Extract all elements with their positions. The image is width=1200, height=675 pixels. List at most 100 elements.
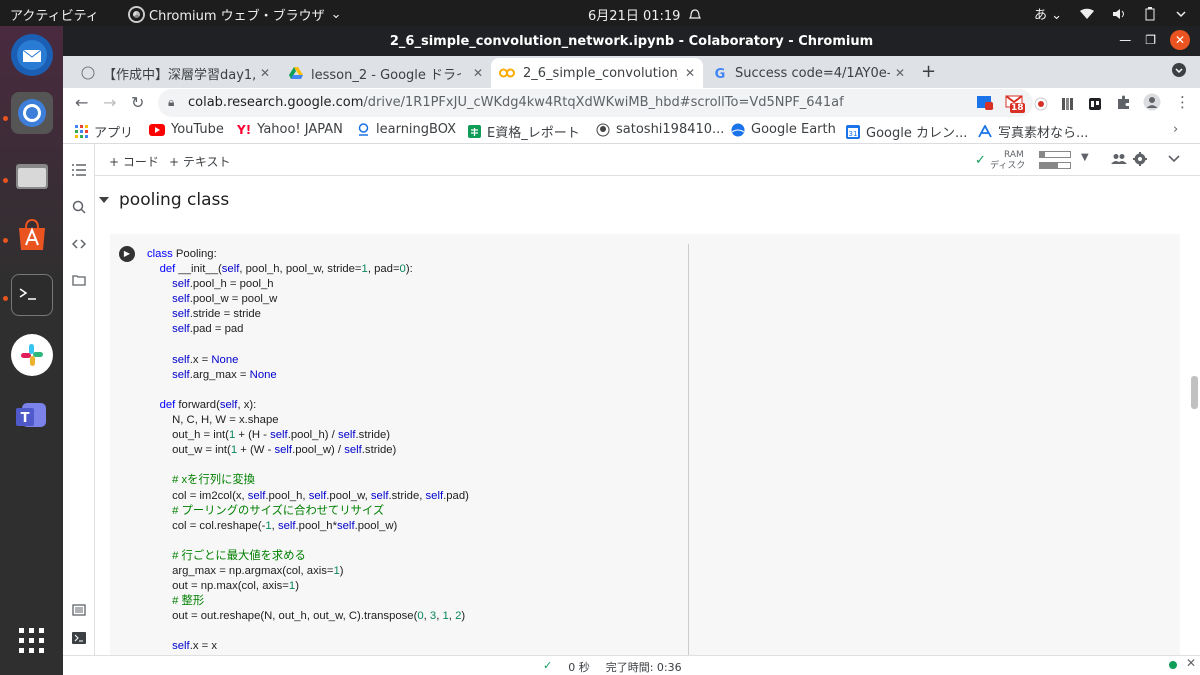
bookmark-label: アプリ [94, 126, 134, 141]
page-favicon-icon [81, 66, 95, 80]
tab-google-drive[interactable]: lesson_2 - Google ドライブ ✕ [281, 58, 491, 88]
extension-books-icon[interactable] [1061, 96, 1075, 115]
add-code-button[interactable]: + コード [109, 153, 159, 170]
clock[interactable]: 6月21日 01:19 [588, 5, 701, 24]
svg-text:G: G [715, 67, 726, 80]
close-tab-icon[interactable]: ✕ [685, 66, 695, 80]
ram-label: RAM [1004, 150, 1024, 160]
bookmark-e-report[interactable]: E資格_レポート [468, 122, 580, 141]
bookmark-yahoo[interactable]: Y! Yahoo! JAPAN [237, 122, 343, 137]
minimize-icon[interactable]: — [1119, 33, 1131, 47]
files-icon[interactable] [11, 154, 53, 196]
omnibox[interactable]: 🔒︎ colab.research.google.com/drive/1R1PF… [158, 89, 1033, 117]
notebook-content: pooling class ▶ class Pooling: def __ini… [95, 176, 1189, 655]
code-line: self.pad = pad [172, 323, 244, 336]
tab-search-icon[interactable] [1171, 62, 1187, 82]
slack-icon[interactable] [11, 334, 53, 376]
code-snippets-icon[interactable] [72, 238, 86, 250]
chrome-menu-icon[interactable]: ⋮ [1175, 93, 1190, 111]
running-indicator [3, 238, 8, 243]
lock-icon: 🔒︎ [168, 95, 175, 109]
extension-board-icon[interactable] [1088, 96, 1102, 115]
code-line: self.pool_h = pool_h [172, 278, 274, 291]
bookmark-google-calendar[interactable]: 31 Google カレン... [846, 122, 967, 141]
settings-gear-icon[interactable] [1133, 152, 1147, 166]
chromium-dock-icon[interactable] [11, 92, 53, 134]
command-palette-icon[interactable] [72, 604, 86, 616]
gmail-badge: 18 [1011, 103, 1024, 113]
window-titlebar: 2_6_simple_convolution_network.ipynb - C… [63, 26, 1200, 56]
code-line: self.x = x [172, 640, 218, 653]
code-line: out_h = int(1 + (H - self.pool_h) / self… [147, 429, 391, 442]
wifi-icon [1080, 8, 1094, 19]
alarm-icon [688, 9, 701, 19]
bookmark-photo-stock[interactable]: 写真素材なら... [978, 122, 1088, 141]
code-editor[interactable]: class Pooling: def __init__(self, pool_h… [147, 247, 469, 655]
bookmark-google-earth[interactable]: Google Earth [731, 122, 836, 137]
maximize-icon[interactable]: ❐ [1145, 33, 1156, 47]
svg-text:31: 31 [849, 130, 858, 138]
bookmark-satoshi[interactable]: satoshi198410... [596, 122, 724, 137]
show-applications-icon[interactable] [11, 620, 53, 662]
close-tab-icon[interactable]: ✕ [260, 66, 270, 80]
gmail-extension-icon[interactable]: 18 [1005, 93, 1025, 117]
ram-usage-bar [1039, 151, 1071, 158]
tab-report[interactable]: 【作成中】深層学習day1, ✕ [73, 58, 278, 88]
app-menu[interactable]: Chromium ウェブ・ブラウザ ⌄ [130, 5, 342, 24]
battery-icon [1145, 6, 1155, 20]
teams-icon[interactable]: T [11, 394, 53, 436]
bookmark-learningbox[interactable]: learningBOX [357, 122, 456, 137]
code-line: # 整形 [172, 595, 205, 608]
code-cell[interactable]: ▶ class Pooling: def __init__(self, pool… [110, 234, 1180, 655]
collapse-chevron-icon[interactable] [1168, 155, 1180, 163]
more-bookmarks-icon[interactable]: › [1173, 122, 1178, 137]
section-heading[interactable]: pooling class [99, 190, 229, 210]
add-text-button[interactable]: + テキスト [169, 153, 231, 170]
close-tab-icon[interactable]: ✕ [895, 66, 905, 80]
terminal-panel-icon[interactable] [72, 632, 86, 644]
share-people-icon[interactable] [1111, 153, 1127, 165]
resources-indicator[interactable]: RAM ディスク [990, 150, 1025, 172]
tab-colab[interactable]: 2_6_simple_convolution_ ✕ [491, 58, 703, 88]
search-icon[interactable] [72, 200, 86, 214]
forward-icon[interactable]: → [103, 93, 116, 112]
back-icon[interactable]: ← [75, 93, 88, 112]
activities-button[interactable]: アクティビティ [10, 5, 99, 24]
toc-icon[interactable] [72, 164, 86, 176]
chevron-down-icon: ⌄ [1051, 8, 1062, 23]
files-folder-icon[interactable] [72, 274, 86, 286]
new-tab-icon[interactable]: + [921, 61, 936, 82]
code-line: self.pool_w = pool_w [172, 293, 278, 306]
profile-avatar-icon[interactable] [1143, 93, 1161, 115]
code-line: out_w = int(1 + (W - self.pool_w) / self… [147, 444, 397, 457]
tab-success-code[interactable]: G Success code=4/1AY0e-g4 ✕ [705, 58, 913, 88]
sheets-icon [468, 125, 481, 138]
collapse-section-icon[interactable] [99, 196, 109, 204]
close-status-icon[interactable]: ✕ [1186, 656, 1196, 670]
extension-calendar-icon[interactable] [976, 95, 994, 115]
thunderbird-icon[interactable] [11, 34, 53, 76]
bookmark-apps[interactable]: アプリ [75, 122, 133, 141]
scrollbar-thumb[interactable] [1191, 376, 1198, 409]
status-bar: ✓ 0 秒 完了時間: 0:36 ✕ [63, 655, 1200, 675]
bookmark-youtube[interactable]: YouTube [149, 122, 224, 137]
system-tray[interactable]: あ ⌄ [1034, 4, 1188, 23]
execution-check-icon: ✓ [543, 659, 553, 672]
tab-label: 2_6_simple_convolution_ [523, 65, 678, 81]
extensions-puzzle-icon[interactable] [1116, 94, 1132, 114]
code-line: arg_max = np.argmax(col, axis=1) [147, 564, 344, 577]
recording-extension-icon[interactable] [1034, 96, 1048, 115]
run-cell-button[interactable]: ▶ [119, 246, 135, 262]
input-method-indicator[interactable]: あ ⌄ [1034, 4, 1062, 23]
runtime-dropdown-icon[interactable]: ▼ [1081, 152, 1089, 163]
yahoo-icon: Y! [237, 122, 252, 137]
close-window-icon[interactable]: ✕ [1170, 30, 1190, 50]
close-tab-icon[interactable]: ✕ [473, 66, 483, 80]
vertical-scrollbar[interactable] [1189, 176, 1200, 655]
software-center-icon[interactable] [11, 214, 53, 256]
terminal-icon[interactable] [11, 274, 53, 316]
reload-icon[interactable]: ↻ [131, 93, 144, 112]
